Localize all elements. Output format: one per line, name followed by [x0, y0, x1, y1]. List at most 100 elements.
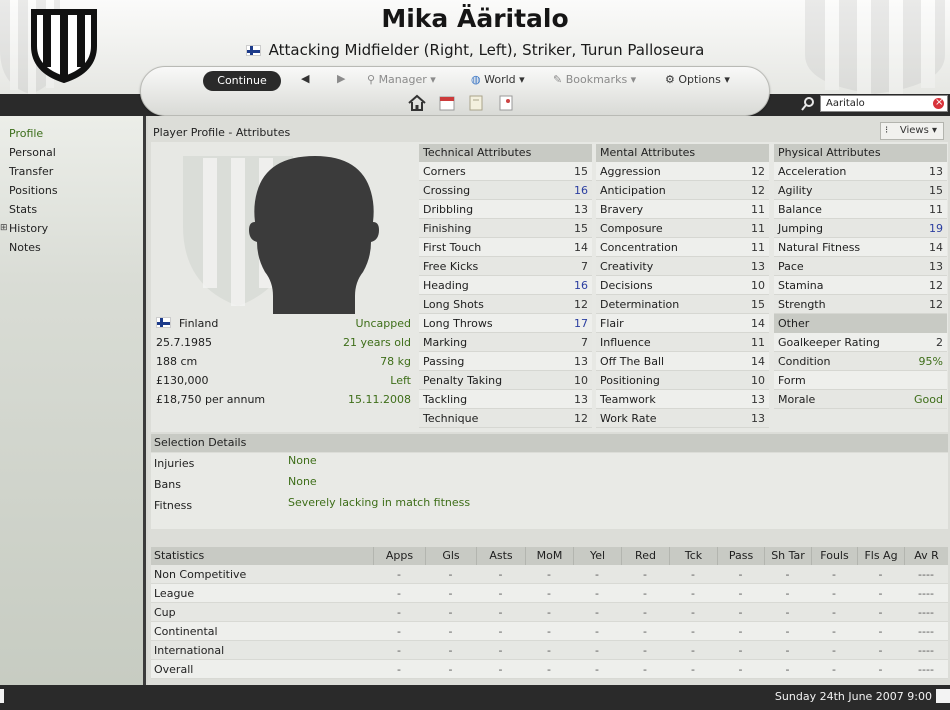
- technical-attribute-row: Penalty Taking 10: [419, 371, 592, 390]
- stats-row: Non Competitive - - - - - - - - - - - ----: [151, 565, 948, 584]
- technical-attribute-name: Dribbling: [423, 203, 474, 216]
- mental-attribute-row: Bravery 11: [596, 200, 769, 219]
- stats-cell: -: [547, 625, 551, 638]
- physical-attribute-row: Jumping 19: [774, 219, 947, 238]
- stats-column-header[interactable]: Sh Tar: [764, 547, 811, 565]
- mental-attribute-value: 13: [751, 260, 765, 273]
- physical-attribute-row: Stamina 12: [774, 276, 947, 295]
- stats-cell: -: [595, 663, 599, 676]
- clear-search-icon[interactable]: [933, 95, 944, 110]
- mental-attribute-name: Positioning: [600, 374, 660, 387]
- stats-cell: -: [691, 606, 695, 619]
- stats-cell: -: [878, 663, 883, 676]
- selection-details-header: Selection Details: [151, 434, 948, 452]
- mental-attributes: Mental Attributes Aggression 12 Anticipati…: [596, 144, 769, 428]
- stats-cell: -: [595, 568, 599, 581]
- views-button[interactable]: ⁝ Views ▾: [880, 122, 944, 140]
- home-icon[interactable]: [407, 93, 427, 113]
- stats-cell: -: [498, 663, 503, 676]
- physical-attribute-row: Pace 13: [774, 257, 947, 276]
- manager-menu[interactable]: ⚲ Manager ▾: [367, 73, 436, 86]
- physical-attributes: Physical Attributes Acceleration 13 Agilit…: [774, 144, 947, 409]
- stats-column-header[interactable]: Fls Ag: [857, 547, 904, 565]
- views-button-label: Views: [899, 125, 929, 136]
- player-photo-placeholder: [183, 156, 379, 314]
- calendar-icon[interactable]: [437, 93, 457, 113]
- technical-attribute-value: 12: [574, 298, 588, 311]
- options-menu-label: Options: [678, 73, 721, 86]
- bans-row: Bans None: [151, 474, 948, 495]
- sidebar: Profile Personal Transfer Positions Stat…: [0, 116, 146, 685]
- search-input[interactable]: Aaritalo: [820, 95, 948, 112]
- other-attribute-row: Condition 95%: [774, 352, 947, 371]
- calendar-small-icon[interactable]: [936, 689, 950, 703]
- sidebar-item-positions[interactable]: Positions: [9, 184, 58, 197]
- physical-attribute-name: Agility: [778, 184, 813, 197]
- stats-column-header[interactable]: Av R: [904, 547, 948, 565]
- physical-attribute-name: Balance: [778, 203, 822, 216]
- inbox-icon[interactable]: [466, 93, 486, 113]
- technical-attribute-value: 7: [581, 260, 588, 273]
- technical-attribute-name: Marking: [423, 336, 468, 349]
- sidebar-item-personal[interactable]: Personal: [9, 146, 56, 159]
- world-menu[interactable]: ◍ World ▾: [471, 73, 525, 86]
- mental-attribute-name: Influence: [600, 336, 651, 349]
- finland-flag-icon: [156, 317, 171, 328]
- mental-attribute-row: Anticipation 12: [596, 181, 769, 200]
- mental-attribute-name: Concentration: [600, 241, 678, 254]
- technical-attribute-name: Corners: [423, 165, 466, 178]
- notes-icon[interactable]: [496, 93, 516, 113]
- sidebar-item-stats[interactable]: Stats: [9, 203, 37, 216]
- sidebar-item-notes[interactable]: Notes: [9, 241, 41, 254]
- stats-column-header[interactable]: Pass: [717, 547, 764, 565]
- stats-cell: -: [397, 663, 401, 676]
- expand-icon[interactable]: ⊞: [0, 223, 8, 233]
- technical-attribute-row: First Touch 14: [419, 238, 592, 257]
- back-arrow-icon[interactable]: ◀: [301, 72, 309, 85]
- stats-cell: -: [738, 568, 743, 581]
- sidebar-item-profile[interactable]: Profile: [9, 127, 43, 140]
- options-menu[interactable]: ⚙ Options ▾: [665, 73, 730, 86]
- stats-column-header[interactable]: Red: [621, 547, 669, 565]
- manager-menu-label: Manager: [378, 73, 427, 86]
- technical-attribute-row: Long Throws 17: [419, 314, 592, 333]
- stats-cell: -: [785, 663, 790, 676]
- stats-row-label: Non Competitive: [154, 568, 247, 581]
- stats-cell: -: [448, 625, 453, 638]
- stats-column-header[interactable]: Statistics: [151, 547, 373, 565]
- physical-attribute-row: Strength 12: [774, 295, 947, 314]
- stats-column-header[interactable]: Asts: [476, 547, 525, 565]
- technical-attribute-name: Penalty Taking: [423, 374, 503, 387]
- stats-column-header[interactable]: Apps: [373, 547, 425, 565]
- forward-arrow-icon[interactable]: ▶: [337, 72, 345, 85]
- technical-attribute-row: Corners 15: [419, 162, 592, 181]
- stats-cell: -: [547, 606, 551, 619]
- stats-column-header[interactable]: MoM: [525, 547, 573, 565]
- mental-attribute-row: Composure 11: [596, 219, 769, 238]
- stats-cell: -: [785, 587, 790, 600]
- technical-attribute-name: Technique: [423, 412, 479, 425]
- other-attribute-name: Condition: [778, 355, 831, 368]
- sidebar-item-history[interactable]: History: [9, 222, 48, 235]
- sidebar-item-transfer[interactable]: Transfer: [9, 165, 53, 178]
- physical-attribute-row: Acceleration 13: [774, 162, 947, 181]
- stats-cell: ----: [918, 568, 934, 581]
- stats-column-header[interactable]: Tck: [669, 547, 717, 565]
- stats-column-header[interactable]: Yel: [573, 547, 621, 565]
- technical-attribute-value: 7: [581, 336, 588, 349]
- technical-attributes: Technical Attributes Corners 15 Crossing 16…: [419, 144, 592, 428]
- search-icon[interactable]: [800, 96, 816, 112]
- technical-attribute-name: Heading: [423, 279, 469, 292]
- stats-row: International - - - - - - - - - - - ----: [151, 641, 948, 660]
- stats-cell: -: [832, 568, 836, 581]
- continue-button[interactable]: Continue: [203, 71, 281, 91]
- bookmarks-menu[interactable]: ✎ Bookmarks ▾: [553, 73, 636, 86]
- stats-column-header[interactable]: Fouls: [811, 547, 857, 565]
- physical-attribute-value: 19: [929, 222, 943, 235]
- technical-attribute-row: Tackling 13: [419, 390, 592, 409]
- stats-column-header[interactable]: Gls: [425, 547, 476, 565]
- stats-cell: -: [878, 606, 883, 619]
- stats-cell: -: [448, 568, 453, 581]
- fitness-row: Fitness Severely lacking in match fitnes…: [151, 495, 948, 529]
- technical-attribute-value: 12: [574, 412, 588, 425]
